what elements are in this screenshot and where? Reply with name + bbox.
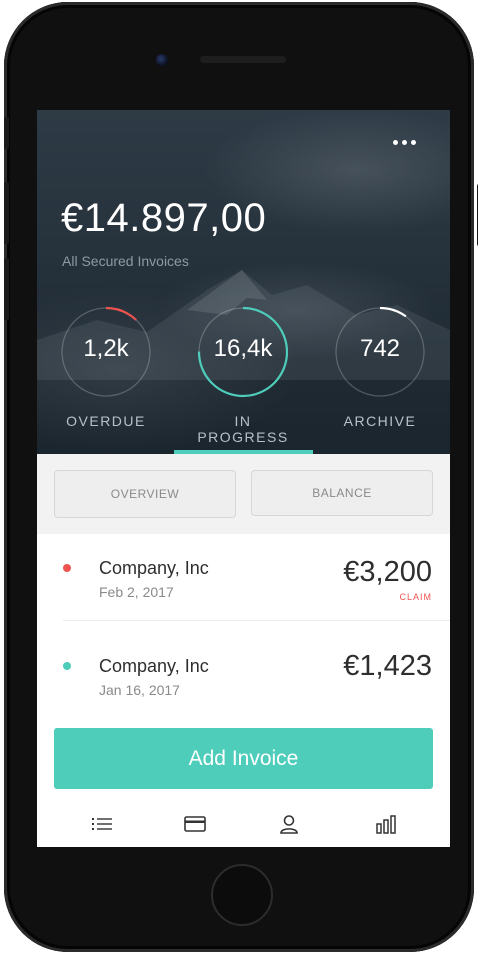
- add-invoice-button[interactable]: Add Invoice: [54, 728, 433, 789]
- status-dot: [63, 662, 71, 670]
- volume-up-button: [4, 182, 9, 244]
- company-name: Company, Inc: [99, 558, 209, 578]
- front-camera: [156, 54, 168, 66]
- summary-header: €14.897,00 All Secured Invoices 1,2k OVE…: [37, 110, 450, 454]
- segment-control: OVERVIEW BALANCE: [37, 454, 450, 534]
- stat-overdue[interactable]: 1,2k OVERDUE: [51, 305, 161, 429]
- invoice-amount: €3,200: [343, 556, 432, 588]
- stat-value: 742: [359, 335, 401, 362]
- stat-label: IN PROGRESS: [197, 413, 289, 445]
- credit-card-icon[interactable]: [180, 811, 210, 837]
- stat-in-progress[interactable]: 16,4k IN PROGRESS: [188, 305, 298, 445]
- volume-down-button: [4, 258, 9, 320]
- list-item[interactable]: Company, Inc Feb 2, 2017 €3,200 CLAIM: [37, 534, 450, 623]
- mute-switch: [4, 117, 9, 149]
- balance-button[interactable]: BALANCE: [251, 470, 433, 516]
- invoice-amount: €1,423: [343, 650, 432, 682]
- invoice-date: Jan 16, 2017: [99, 682, 180, 698]
- stat-archive[interactable]: 742 ARCHIVE: [325, 305, 435, 429]
- invoice-list: Company, Inc Feb 2, 2017 €3,200 CLAIM: [37, 534, 450, 623]
- phone-frame: €14.897,00 All Secured Invoices 1,2k OVE…: [4, 2, 478, 952]
- list-icon[interactable]: [87, 811, 117, 837]
- invoice-date: Feb 2, 2017: [99, 584, 174, 600]
- total-amount: €14.897,00: [61, 196, 267, 240]
- total-caption: All Secured Invoices: [62, 253, 189, 269]
- list-divider: [63, 620, 450, 621]
- status-badge: CLAIM: [399, 592, 432, 602]
- bar-chart-icon[interactable]: [371, 811, 401, 837]
- company-name: Company, Inc: [99, 656, 209, 676]
- overview-button[interactable]: OVERVIEW: [54, 470, 236, 518]
- earpiece-speaker: [200, 56, 286, 63]
- stat-value: 16,4k: [213, 335, 273, 362]
- app-screen: €14.897,00 All Secured Invoices 1,2k OVE…: [37, 110, 450, 847]
- status-dot: [63, 564, 71, 572]
- stat-label: OVERDUE: [66, 413, 146, 429]
- tab-bar: [37, 805, 450, 847]
- user-icon[interactable]: [274, 811, 304, 837]
- home-button[interactable]: [211, 864, 273, 926]
- stat-value: 1,2k: [83, 335, 129, 362]
- list-item[interactable]: Company, Inc Jan 16, 2017 €1,423: [37, 622, 450, 710]
- more-horizontal-icon[interactable]: [393, 134, 423, 150]
- stat-label: ARCHIVE: [343, 413, 417, 429]
